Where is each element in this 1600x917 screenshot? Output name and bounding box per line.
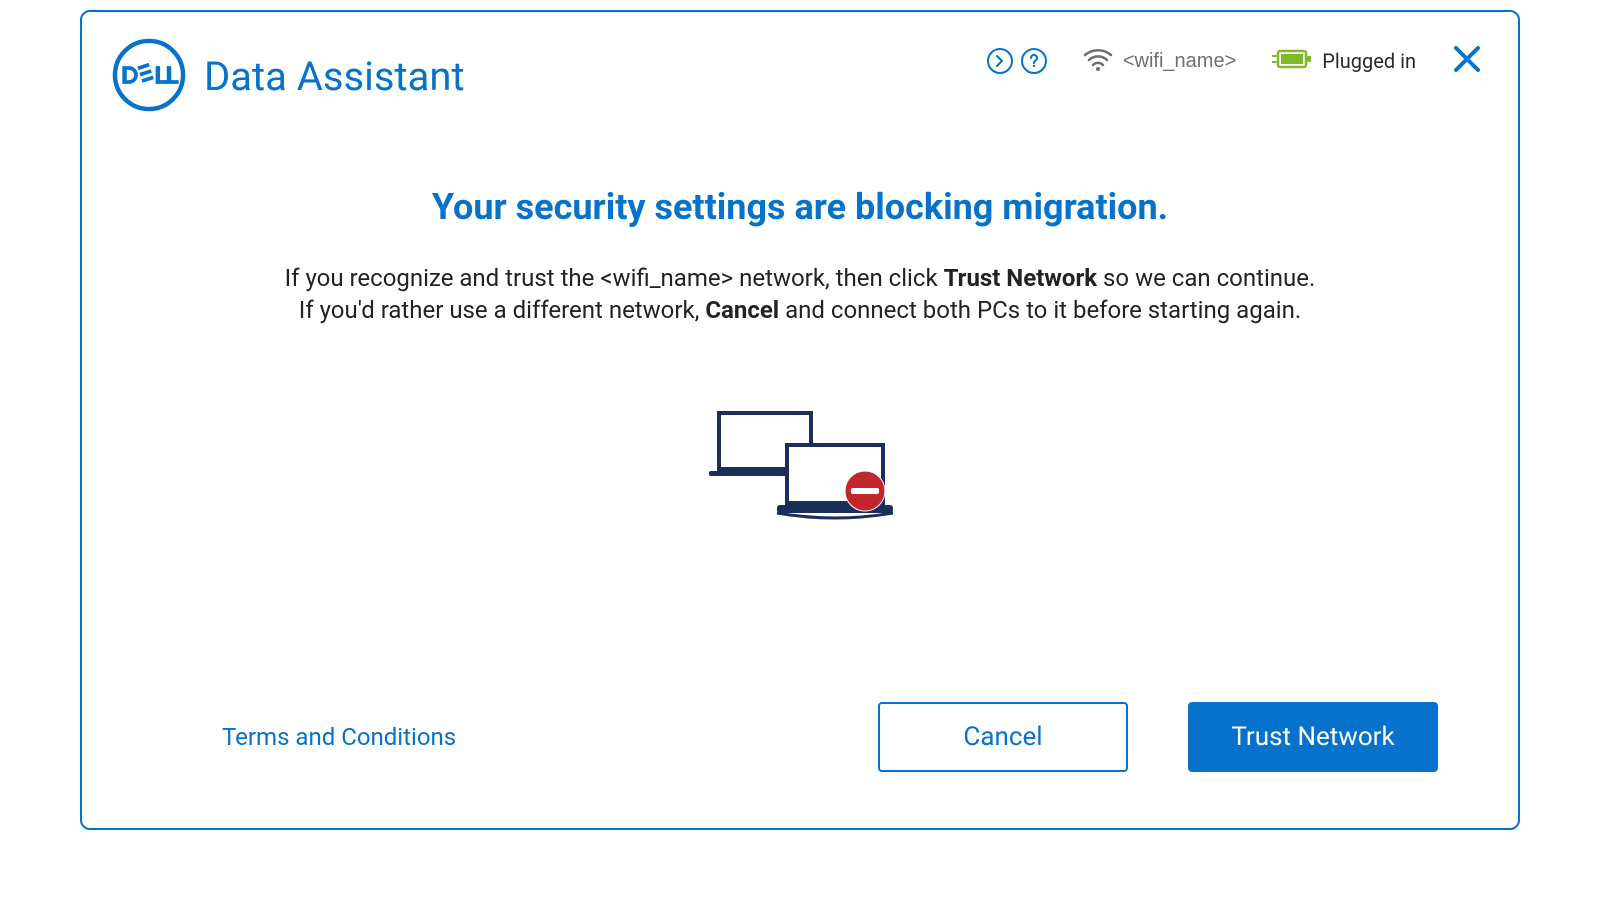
app-window: Data Assistant xyxy=(80,10,1520,830)
power-label: Plugged in xyxy=(1322,49,1416,73)
body-line-2: If you'd rather use a different network,… xyxy=(285,294,1316,326)
trust-network-button[interactable]: Trust Network xyxy=(1188,702,1438,772)
line2-bold: Cancel xyxy=(705,296,779,324)
line2-post: and connect both PCs to it before starti… xyxy=(785,296,1301,324)
wifi-icon xyxy=(1083,47,1113,75)
help-icon[interactable] xyxy=(1021,48,1047,74)
line1-pre: If you recognize and trust the xyxy=(285,264,601,292)
line2-pre: If you'd rather use a different network, xyxy=(299,296,706,324)
battery-plugged-icon xyxy=(1272,48,1312,74)
app-title: Data Assistant xyxy=(204,57,465,97)
cancel-button[interactable]: Cancel xyxy=(878,702,1128,772)
dell-logo-icon xyxy=(112,38,186,116)
wifi-name-label: <wifi_name> xyxy=(1123,50,1236,73)
terms-link[interactable]: Terms and Conditions xyxy=(222,723,456,751)
body-line-1: If you recognize and trust the <wifi_nam… xyxy=(285,262,1316,294)
main-content: Your security settings are blocking migr… xyxy=(82,116,1518,702)
two-laptops-blocked-icon xyxy=(705,407,895,531)
status-bar: <wifi_name> Plugged in xyxy=(987,38,1482,78)
headline: Your security settings are blocking migr… xyxy=(432,186,1168,228)
footer: Terms and Conditions Cancel Trust Networ… xyxy=(82,702,1518,828)
wifi-status: <wifi_name> xyxy=(1083,47,1236,75)
header-icon-group xyxy=(987,48,1047,74)
close-icon[interactable] xyxy=(1452,44,1482,78)
line1-mid: network, then click xyxy=(739,264,943,292)
line1-bold: Trust Network xyxy=(944,264,1098,292)
line1-wifi-name: <wifi_name> xyxy=(600,262,733,294)
next-circle-icon[interactable] xyxy=(987,48,1013,74)
line1-post: so we can continue. xyxy=(1103,264,1315,292)
brand: Data Assistant xyxy=(112,38,465,116)
header: Data Assistant xyxy=(82,12,1518,116)
body-text: If you recognize and trust the <wifi_nam… xyxy=(285,262,1316,327)
power-status: Plugged in xyxy=(1272,48,1416,74)
